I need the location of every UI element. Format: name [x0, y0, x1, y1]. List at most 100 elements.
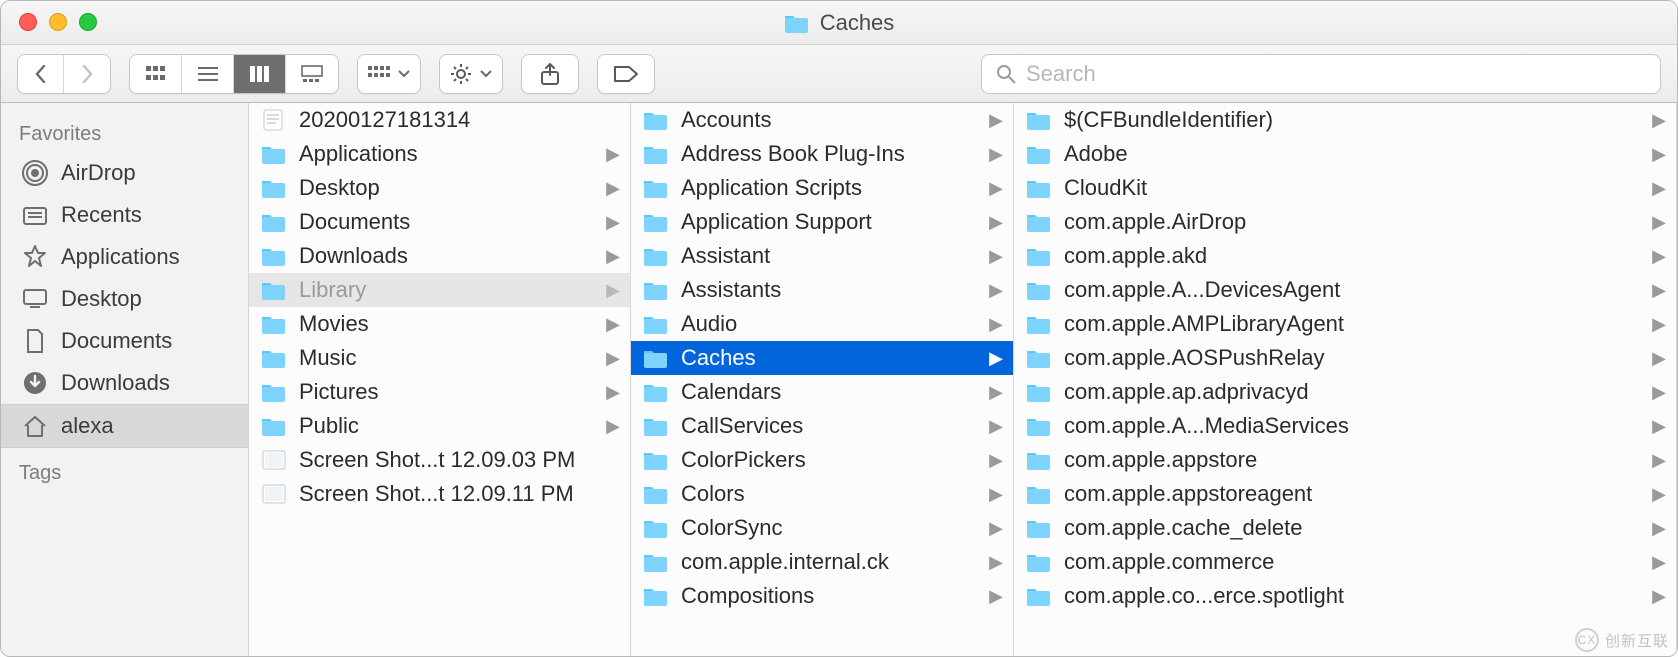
forward-button[interactable] — [64, 55, 110, 93]
list-item[interactable]: Application Scripts▶ — [631, 171, 1013, 205]
item-name: CallServices — [681, 413, 977, 439]
sidebar-section-header: Favorites — [1, 109, 248, 152]
folder-icon — [1026, 143, 1052, 165]
sidebar-item-airdrop[interactable]: AirDrop — [1, 152, 248, 194]
list-item[interactable]: Compositions▶ — [631, 579, 1013, 613]
sidebar-item-label: alexa — [61, 413, 114, 439]
list-item[interactable]: CallServices▶ — [631, 409, 1013, 443]
list-item[interactable]: com.apple.ap.adprivacyd▶ — [1014, 375, 1676, 409]
chevron-right-icon: ▶ — [989, 110, 1003, 131]
list-item[interactable]: Application Support▶ — [631, 205, 1013, 239]
list-item[interactable]: Pictures▶ — [249, 375, 630, 409]
list-item[interactable]: Caches▶ — [631, 341, 1013, 375]
item-name: Desktop — [299, 175, 594, 201]
tags-button[interactable] — [597, 54, 655, 94]
view-gallery-button[interactable] — [286, 55, 338, 93]
list-item[interactable]: Applications▶ — [249, 137, 630, 171]
list-item[interactable]: CloudKit▶ — [1014, 171, 1676, 205]
sidebar-item-applications[interactable]: Applications — [1, 236, 248, 278]
list-item[interactable]: Music▶ — [249, 341, 630, 375]
search-input[interactable] — [1026, 61, 1646, 87]
group-button[interactable] — [358, 55, 420, 93]
view-icons-button[interactable] — [130, 55, 182, 93]
back-button[interactable] — [18, 55, 64, 93]
chevron-right-icon: ▶ — [606, 416, 620, 437]
list-item[interactable]: com.apple.cache_delete▶ — [1014, 511, 1676, 545]
list-item[interactable]: Calendars▶ — [631, 375, 1013, 409]
column-1[interactable]: Accounts▶Address Book Plug-Ins▶Applicati… — [631, 103, 1014, 656]
list-item[interactable]: com.apple.A...DevicesAgent▶ — [1014, 273, 1676, 307]
share-icon — [540, 63, 560, 85]
list-item[interactable]: Desktop▶ — [249, 171, 630, 205]
window-controls — [19, 13, 97, 31]
list-item[interactable]: $(CFBundleIdentifier)▶ — [1014, 103, 1676, 137]
sidebar-item-documents[interactable]: Documents — [1, 320, 248, 362]
list-item[interactable]: Adobe▶ — [1014, 137, 1676, 171]
list-item[interactable]: Assistants▶ — [631, 273, 1013, 307]
action-menu[interactable] — [439, 54, 503, 94]
list-item[interactable]: com.apple.AirDrop▶ — [1014, 205, 1676, 239]
view-list-button[interactable] — [182, 55, 234, 93]
list-item[interactable]: com.apple.akd▶ — [1014, 239, 1676, 273]
minimize-button[interactable] — [49, 13, 67, 31]
sidebar-item-desktop[interactable]: Desktop — [1, 278, 248, 320]
list-item[interactable]: Audio▶ — [631, 307, 1013, 341]
chevron-right-icon: ▶ — [1652, 144, 1666, 165]
list-item[interactable]: com.apple.appstoreagent▶ — [1014, 477, 1676, 511]
folder-icon — [1026, 245, 1052, 267]
list-item[interactable]: Screen Shot...t 12.09.03 PM — [249, 443, 630, 477]
column-2[interactable]: $(CFBundleIdentifier)▶Adobe▶CloudKit▶com… — [1014, 103, 1677, 656]
chevron-right-icon: ▶ — [989, 280, 1003, 301]
list-item[interactable]: Library▶ — [249, 273, 630, 307]
item-name: com.apple.co...erce.spotlight — [1064, 583, 1640, 609]
list-item[interactable]: ColorPickers▶ — [631, 443, 1013, 477]
sidebar-item-alexa[interactable]: alexa — [1, 404, 248, 448]
close-button[interactable] — [19, 13, 37, 31]
list-item[interactable]: 20200127181314 — [249, 103, 630, 137]
list-item[interactable]: com.apple.commerce▶ — [1014, 545, 1676, 579]
item-name: Library — [299, 277, 594, 303]
sidebar-item-downloads[interactable]: Downloads — [1, 362, 248, 404]
list-item[interactable]: Public▶ — [249, 409, 630, 443]
list-item[interactable]: com.apple.co...erce.spotlight▶ — [1014, 579, 1676, 613]
list-item[interactable]: Address Book Plug-Ins▶ — [631, 137, 1013, 171]
toolbar — [1, 45, 1677, 103]
list-item[interactable]: com.apple.AMPLibraryAgent▶ — [1014, 307, 1676, 341]
view-columns-button[interactable] — [234, 55, 286, 93]
search-field[interactable] — [981, 54, 1661, 94]
docs-icon — [21, 327, 49, 355]
maximize-button[interactable] — [79, 13, 97, 31]
item-name: Colors — [681, 481, 977, 507]
item-name: com.apple.appstore — [1064, 447, 1640, 473]
list-item[interactable]: Downloads▶ — [249, 239, 630, 273]
item-name: com.apple.ap.adprivacyd — [1064, 379, 1640, 405]
list-item[interactable]: Screen Shot...t 12.09.11 PM — [249, 477, 630, 511]
item-name: com.apple.appstoreagent — [1064, 481, 1640, 507]
column-0[interactable]: 20200127181314Applications▶Desktop▶Docum… — [249, 103, 631, 656]
list-item[interactable]: com.apple.A...MediaServices▶ — [1014, 409, 1676, 443]
sidebar-item-recents[interactable]: Recents — [1, 194, 248, 236]
airdrop-icon — [21, 159, 49, 187]
item-name: com.apple.AirDrop — [1064, 209, 1640, 235]
list-item[interactable]: com.apple.AOSPushRelay▶ — [1014, 341, 1676, 375]
chevron-down-icon — [480, 70, 492, 78]
list-item[interactable]: Assistant▶ — [631, 239, 1013, 273]
item-name: Screen Shot...t 12.09.11 PM — [299, 481, 620, 507]
list-item[interactable]: com.apple.appstore▶ — [1014, 443, 1676, 477]
list-item[interactable]: com.apple.internal.ck▶ — [631, 545, 1013, 579]
list-item[interactable]: Movies▶ — [249, 307, 630, 341]
group-icon — [368, 66, 390, 82]
list-item[interactable]: Accounts▶ — [631, 103, 1013, 137]
folder-icon — [1026, 211, 1052, 233]
chevron-right-icon: ▶ — [1652, 246, 1666, 267]
group-menu[interactable] — [357, 54, 421, 94]
list-item[interactable]: Documents▶ — [249, 205, 630, 239]
item-name: Audio — [681, 311, 977, 337]
share-button[interactable] — [521, 54, 579, 94]
list-item[interactable]: ColorSync▶ — [631, 511, 1013, 545]
list-item[interactable]: Colors▶ — [631, 477, 1013, 511]
sidebar: FavoritesAirDropRecentsApplicationsDeskt… — [1, 103, 249, 656]
chevron-right-icon: ▶ — [606, 314, 620, 335]
chevron-right-icon: ▶ — [989, 348, 1003, 369]
action-button[interactable] — [440, 55, 502, 93]
